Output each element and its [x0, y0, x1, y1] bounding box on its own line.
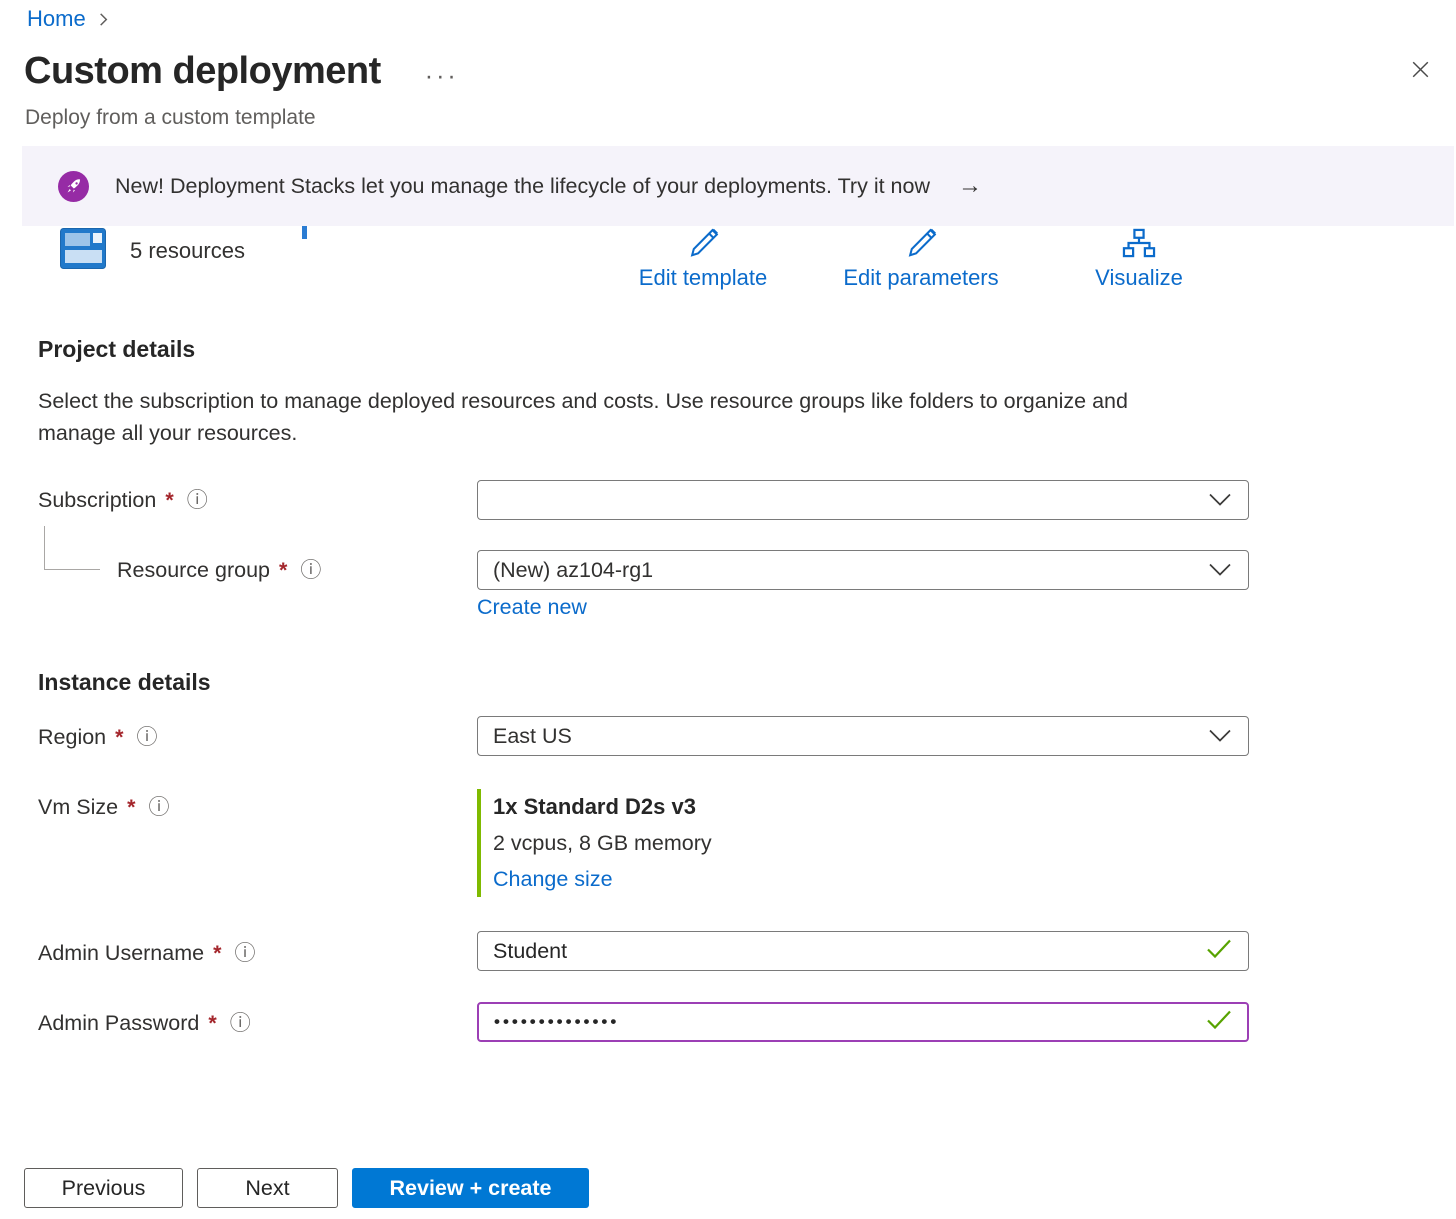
- previous-button[interactable]: Previous: [24, 1168, 183, 1208]
- edit-template-label: Edit template: [639, 265, 767, 291]
- region-dropdown[interactable]: East US: [477, 716, 1249, 756]
- resource-group-label: Resource group *: [117, 558, 321, 583]
- arrow-right-icon: →: [958, 172, 982, 200]
- review-create-button[interactable]: Review + create: [352, 1168, 589, 1208]
- admin-password-label-text: Admin Password: [38, 1011, 199, 1036]
- create-new-link[interactable]: Create new: [477, 595, 587, 620]
- chevron-down-icon: [1208, 724, 1232, 749]
- admin-password-input[interactable]: [477, 1002, 1249, 1042]
- pencil-icon: [902, 228, 940, 263]
- page-header: Custom deployment ···: [24, 50, 1438, 93]
- page-title: Custom deployment: [24, 50, 381, 93]
- region-label-text: Region: [38, 725, 106, 750]
- required-asterisk: *: [163, 488, 173, 513]
- wizard-footer: Previous Next Review + create: [24, 1168, 589, 1208]
- field-connector-line: [44, 526, 100, 570]
- required-asterisk: *: [277, 558, 287, 583]
- template-resources: 5 resources: [60, 228, 245, 274]
- vm-size-specs: 2 vcpus, 8 GB memory: [493, 825, 712, 861]
- rocket-icon: [58, 171, 89, 202]
- info-icon[interactable]: [137, 727, 158, 748]
- info-icon[interactable]: [300, 560, 321, 581]
- pencil-icon: [684, 228, 722, 263]
- admin-username-field-wrap: [477, 931, 1249, 971]
- check-icon: [1205, 939, 1233, 964]
- project-details-description: Select the subscription to manage deploy…: [38, 385, 1198, 449]
- visualize-button[interactable]: Visualize: [1030, 228, 1248, 291]
- chevron-down-icon: [1208, 558, 1232, 583]
- info-icon[interactable]: [187, 490, 208, 511]
- breadcrumb: Home: [27, 6, 111, 32]
- edit-template-button[interactable]: Edit template: [594, 228, 812, 291]
- admin-username-label-text: Admin Username: [38, 941, 204, 966]
- deployment-stacks-banner: New! Deployment Stacks let you manage th…: [22, 146, 1454, 226]
- region-label: Region *: [38, 725, 158, 750]
- vm-size-summary: 1x Standard D2s v3 2 vcpus, 8 GB memory …: [477, 789, 712, 897]
- required-asterisk: *: [206, 1011, 216, 1036]
- project-details-heading: Project details: [38, 336, 195, 363]
- info-icon[interactable]: [234, 943, 255, 964]
- template-resources-icon: [60, 228, 106, 274]
- custom-deployment-page: Home Custom deployment ··· Deploy from a…: [0, 0, 1456, 1219]
- subscription-label-text: Subscription: [38, 488, 156, 513]
- info-icon[interactable]: [148, 797, 169, 818]
- check-icon: [1205, 1010, 1233, 1035]
- vm-size-label-text: Vm Size: [38, 795, 118, 820]
- required-asterisk: *: [211, 941, 221, 966]
- next-button[interactable]: Next: [197, 1168, 338, 1208]
- edit-parameters-label: Edit parameters: [843, 265, 998, 291]
- resource-group-dropdown[interactable]: (New) az104-rg1: [477, 550, 1249, 590]
- cursor-tick: [302, 226, 307, 239]
- close-button[interactable]: [1402, 54, 1438, 90]
- admin-password-field-wrap: [477, 1002, 1249, 1042]
- resources-count-label: 5 resources: [130, 238, 245, 264]
- banner-message-link[interactable]: New! Deployment Stacks let you manage th…: [115, 174, 930, 199]
- admin-password-label: Admin Password *: [38, 1011, 251, 1036]
- required-asterisk: *: [113, 725, 123, 750]
- resource-group-value: (New) az104-rg1: [493, 558, 653, 583]
- vm-size-title: 1x Standard D2s v3: [493, 789, 712, 825]
- resource-group-label-text: Resource group: [117, 558, 270, 583]
- template-actions: Edit template Edit parameters Visualize: [594, 228, 1248, 291]
- instance-details-heading: Instance details: [38, 669, 211, 696]
- breadcrumb-home-link[interactable]: Home: [27, 6, 86, 32]
- visualize-label: Visualize: [1095, 265, 1183, 291]
- org-chart-icon: [1122, 228, 1156, 263]
- change-size-link[interactable]: Change size: [493, 867, 613, 892]
- chevron-right-icon: [96, 12, 111, 27]
- overflow-menu-button[interactable]: ···: [425, 62, 459, 91]
- admin-username-input[interactable]: [477, 931, 1249, 971]
- admin-username-label: Admin Username *: [38, 941, 255, 966]
- edit-parameters-button[interactable]: Edit parameters: [812, 228, 1030, 291]
- required-asterisk: *: [125, 795, 135, 820]
- region-value: East US: [493, 724, 572, 749]
- vm-size-label: Vm Size *: [38, 795, 169, 820]
- close-icon: [1408, 57, 1433, 87]
- subscription-dropdown[interactable]: [477, 480, 1249, 520]
- page-subtitle: Deploy from a custom template: [25, 106, 316, 130]
- chevron-down-icon: [1208, 488, 1232, 513]
- info-icon[interactable]: [230, 1013, 251, 1034]
- subscription-label: Subscription *: [38, 488, 208, 513]
